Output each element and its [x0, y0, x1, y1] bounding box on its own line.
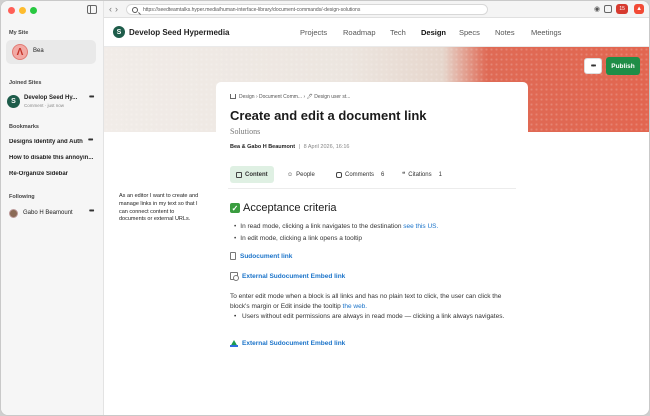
document-subtitle: Solutions [230, 127, 261, 136]
side-note: As an editor I want to create and manage… [119, 193, 199, 223]
url-input[interactable]: https://seedteamtalks.hyper.media/human-… [126, 4, 488, 15]
check-icon: ✓ [230, 203, 240, 213]
close-window-button[interactable] [8, 7, 15, 14]
brave-icon[interactable]: ▲ [634, 4, 645, 14]
toolbar-icons: ◉ 15 ▲ [594, 4, 645, 14]
tab-content[interactable]: Content [230, 166, 274, 183]
rss-icon[interactable]: ◉ [594, 5, 600, 13]
nav-roadmap[interactable]: Roadmap [343, 28, 390, 37]
list-item: Users without edit permissions are alway… [234, 312, 518, 322]
seed-logo-icon: S [7, 95, 20, 108]
link-text: External Sudocument Embed link [242, 340, 346, 347]
more-options-button[interactable]: ••• [584, 58, 602, 74]
search-icon [132, 6, 138, 13]
document-card: Design › Document Comm... › 🖊 Design use… [216, 82, 528, 415]
document-icon [230, 252, 236, 260]
document-date: 8 April 2026, 16:16 [303, 144, 350, 150]
back-forward-icons[interactable]: ‹› [109, 4, 121, 14]
bullet-text: In read mode, clicking a link navigates … [240, 223, 404, 230]
nav-design[interactable]: Design [421, 28, 459, 37]
joined-site-more-icon[interactable]: ••• [89, 94, 94, 101]
extensions-icon[interactable] [604, 5, 613, 13]
breadcrumb-path[interactable]: Design › Document Comm... › 🖊 Design use… [239, 94, 350, 100]
drive-embed-link[interactable]: External Sudocument Embed link [230, 340, 345, 347]
bookmark-item[interactable]: Re-Organize Sidebar [9, 171, 101, 177]
nav-specs[interactable]: Specs [459, 28, 495, 37]
list-item: In edit mode, clicking a link opens a to… [234, 235, 362, 242]
joined-site-item[interactable]: S Develop Seed Hy... Comment · just now … [7, 93, 99, 111]
sidebar: My Site Λ Bea Joined Sites S Develop See… [1, 1, 104, 415]
embed-link[interactable]: External Sudocument Embed link [230, 272, 346, 281]
tab-label: Comments [345, 171, 375, 178]
joined-site-name: Develop Seed Hy... [24, 95, 78, 101]
my-site-card[interactable]: Λ Bea [6, 40, 96, 64]
tab-count: 6 [381, 171, 385, 178]
document-title: Create and edit a document link [230, 108, 427, 123]
tab-count: 1 [438, 171, 442, 178]
document-meta: Bea & Gabo H Beaumont | 8 April 2026, 16… [230, 144, 349, 150]
nav-meetings[interactable]: Meetings [531, 28, 561, 37]
tab-label: Content [245, 171, 268, 178]
document-tabs: Content ☺ People Comments 6 ❝ Citations 1 [228, 166, 528, 184]
my-site-name: Bea [33, 48, 44, 54]
main-content: ••• Publish Design › Document Comm... › … [104, 47, 649, 415]
tab-label: Citations [408, 171, 432, 178]
people-icon: ☺ [287, 171, 294, 178]
url-text: https://seedteamtalks.hyper.media/human-… [143, 7, 361, 13]
document-icon [236, 171, 242, 178]
seed-logo-icon[interactable]: S [113, 26, 125, 38]
sidebar-toggle-icon[interactable] [87, 5, 97, 14]
publish-button[interactable]: Publish [606, 57, 640, 75]
bookmark-item[interactable]: How to disable this annoyin... [9, 155, 101, 161]
bookmarks-label: Bookmarks [9, 124, 39, 130]
heading-text: Acceptance criteria [243, 202, 337, 214]
nav-notes[interactable]: Notes [495, 28, 531, 37]
following-item[interactable]: Gabo H Beamount ••• [9, 208, 101, 221]
joined-site-meta: Comment · just now [24, 103, 65, 108]
browser-toolbar: ‹› https://seedteamtalks.hyper.media/hum… [104, 1, 649, 18]
site-nav: Projects Roadmap Tech Design Specs Notes… [300, 28, 561, 37]
nav-tech[interactable]: Tech [390, 28, 421, 37]
sudocument-link[interactable]: Sudocument link [230, 252, 292, 260]
nav-projects[interactable]: Projects [300, 28, 343, 37]
link-text: Sudocument link [240, 252, 293, 260]
inline-link[interactable]: the web. [343, 303, 368, 310]
inline-link[interactable]: see this US. [403, 223, 438, 230]
browser-window: My Site Λ Bea Joined Sites S Develop See… [0, 0, 650, 416]
joined-sites-label: Joined Sites [9, 80, 42, 86]
user-avatar [9, 209, 18, 218]
tab-citations[interactable]: ❝ Citations 1 [396, 166, 448, 183]
list-item: In read mode, clicking a link navigates … [234, 223, 438, 230]
following-name: Gabo H Beamount [23, 210, 73, 216]
breadcrumb[interactable]: Design › Document Comm... › 🖊 Design use… [230, 93, 350, 100]
minimize-window-button[interactable] [19, 7, 26, 14]
window-controls [8, 7, 37, 14]
quote-icon: ❝ [402, 172, 406, 178]
following-more-icon[interactable]: ••• [89, 208, 94, 215]
tab-comments[interactable]: Comments 6 [330, 166, 390, 183]
comment-icon [336, 171, 342, 178]
zoom-window-button[interactable] [30, 7, 37, 14]
section-heading: ✓ Acceptance criteria [230, 202, 337, 214]
document-authors[interactable]: Bea & Gabo H Beaumont [230, 144, 295, 150]
site-title[interactable]: Develop Seed Hypermedia [129, 28, 229, 37]
meta-separator: | [298, 144, 301, 150]
home-icon[interactable] [230, 94, 236, 99]
bookmark-more-icon[interactable]: ••• [88, 137, 93, 144]
my-site-label: My Site [9, 30, 29, 36]
link-text: External Sudocument Embed link [242, 272, 346, 280]
google-drive-icon [230, 340, 238, 347]
following-label: Following [9, 194, 35, 200]
site-avatar-icon: Λ [12, 44, 28, 60]
embed-icon [230, 272, 239, 281]
tabs-divider [228, 188, 516, 189]
paragraph: To enter edit mode when a block is all l… [230, 292, 520, 312]
tab-label: People [296, 171, 315, 178]
notifications-badge[interactable]: 15 [616, 4, 629, 14]
site-header: S Develop Seed Hypermedia Projects Roadm… [104, 18, 649, 47]
tab-people[interactable]: ☺ People [281, 166, 321, 183]
